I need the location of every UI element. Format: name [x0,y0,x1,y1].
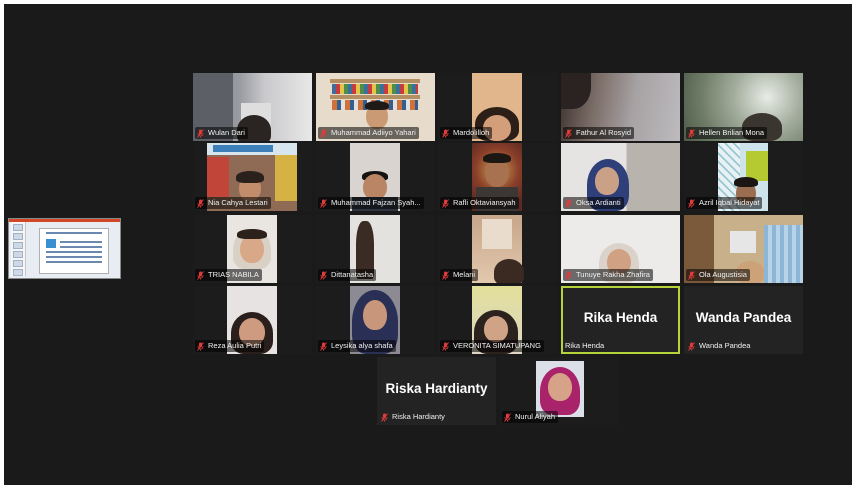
participant-name: Nia Cahya Lestari [195,197,271,209]
mic-muted-icon [565,270,572,280]
participant-name: Muhammad Adiiyo Yahari [318,127,419,139]
participant-name: Reza Aulia Putri [195,340,265,352]
participant-tile[interactable]: Leysika alya shafa [316,286,435,354]
participant-display-name: Riska Hardianty [385,381,488,396]
participant-tile[interactable]: Nia Cahya Lestari [193,143,312,211]
participant-tile[interactable]: Melani [438,215,557,283]
participant-name: Riska Hardianty [379,411,448,423]
participant-tile[interactable]: Rafli Oktaviansyah [438,143,557,211]
participant-display-name: Rika Henda [583,310,658,325]
participant-tile-active-speaker[interactable]: Rika Henda Rika Henda [561,286,680,354]
mic-muted-icon [197,198,204,208]
participant-tile[interactable]: Muhammad Adiiyo Yahari [316,73,435,141]
mic-muted-icon [688,128,695,138]
participant-name: Wulan Dari [195,127,248,139]
participant-name: Rika Henda [565,341,605,350]
mic-muted-icon [320,198,327,208]
mic-muted-icon [381,412,388,422]
mic-muted-icon [442,198,449,208]
participant-display-name: Wanda Pandea [695,310,792,325]
participant-tile[interactable]: Wanda Pandea Wanda Pandea [684,286,803,354]
participant-tile[interactable]: Mardolilloh [438,73,557,141]
mic-muted-icon [320,341,327,351]
participant-name: Ola Augustisia [686,269,750,281]
participant-name: Rafli Oktaviansyah [440,197,519,209]
participant-name: Fathur Al Rosyid [563,127,635,139]
participant-name: VERONITA SIMATUPANG [440,340,544,352]
mic-muted-icon [197,128,204,138]
slide-panel [11,222,26,276]
mic-muted-icon [442,341,449,351]
participant-tile[interactable]: TRIAS NABILA [193,215,312,283]
participant-tile[interactable]: VERONITA SIMATUPANG [438,286,557,354]
participant-name: TRIAS NABILA [195,269,262,281]
participant-tile[interactable]: Hellen Brilian Mona [684,73,803,141]
participant-tile[interactable]: Reza Aulia Putri [193,286,312,354]
mic-muted-icon [197,270,204,280]
participant-name: Wanda Pandea [686,340,753,352]
participant-name: Azril Iqbal Hidayat [686,197,763,209]
participant-tile[interactable]: Azril Iqbal Hidayat [684,143,803,211]
participant-tile[interactable]: Muhammad Fajzan Syah... [316,143,435,211]
participant-name: Mardolilloh [440,127,493,139]
mic-muted-icon [197,341,204,351]
mic-muted-icon [565,198,572,208]
mic-muted-icon [320,128,327,138]
slide-preview [39,228,109,274]
participant-tile[interactable]: Fathur Al Rosyid [561,73,680,141]
participant-tile[interactable]: Ola Augustisia [684,215,803,283]
participant-name: Oksa Ardianti [563,197,624,209]
shared-screen-thumbnail[interactable] [8,218,121,279]
mic-muted-icon [688,270,695,280]
participant-name: Dittanatasha [318,269,377,281]
participant-tile[interactable]: Nurul Aliyah [500,357,619,425]
mic-muted-icon [320,270,327,280]
participant-tile[interactable]: Dittanatasha [316,215,435,283]
participant-name: Leysika alya shafa [318,340,396,352]
participant-name: Tunuye Rakha Zhafira [563,269,653,281]
participant-tile[interactable]: Tunuye Rakha Zhafira [561,215,680,283]
mic-muted-icon [442,128,449,138]
mic-muted-icon [688,341,695,351]
participant-name: Muhammad Fajzan Syah... [318,197,424,209]
participant-tile[interactable]: Wulan Dari [193,73,312,141]
mic-muted-icon [442,270,449,280]
participant-name: Nurul Aliyah [502,411,559,423]
mic-muted-icon [504,412,511,422]
mic-muted-icon [688,198,695,208]
participant-tile[interactable]: Oksa Ardianti [561,143,680,211]
participant-tile[interactable]: Riska Hardianty Riska Hardianty [377,357,496,425]
participant-name: Melani [440,269,479,281]
participant-name: Hellen Brilian Mona [686,127,768,139]
mic-muted-icon [565,128,572,138]
